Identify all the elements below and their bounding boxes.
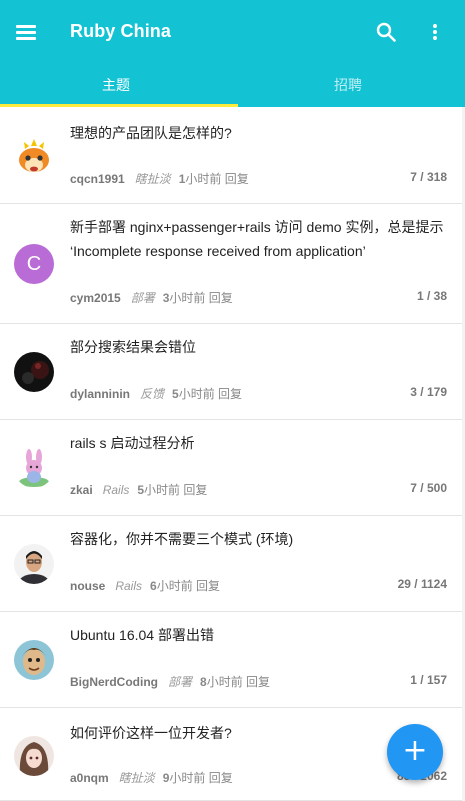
tab-topics[interactable]: 主题 [0,66,232,107]
topic-author[interactable]: nouse [70,579,105,593]
topic-time-number: 6 [150,579,157,593]
topic-title[interactable]: 理想的产品团队是怎样的? [70,121,450,145]
tab-bar: 主题 招聘 [0,66,465,107]
topic-counts: 29 / 1124 [397,577,447,591]
topic-node[interactable]: 瞎扯淡 [135,172,171,186]
topic-row[interactable]: rails s 启动过程分析 zkai Rails 5小时前 回复 7 / 500 [0,420,465,516]
topic-row[interactable]: 理想的产品团队是怎样的? cqcn1991 瞎扯淡 1小时前 回复 7 / 318 [0,107,465,204]
app-title: Ruby China [70,21,172,41]
app-bar: Ruby China 主题 招聘 [0,0,465,107]
topic-time-text: 小时前 回复 [206,675,271,689]
topic-time-number: 5 [172,387,179,401]
topic-title[interactable]: rails s 启动过程分析 [70,431,450,455]
topic-node[interactable]: 反馈 [140,387,164,401]
topic-meta: zkai Rails 5小时前 回复 [70,481,207,498]
new-topic-button[interactable]: + [387,724,443,780]
topic-node[interactable]: Rails [115,579,142,593]
topic-meta: nouse Rails 6小时前 回复 [70,577,220,594]
toolbar: Ruby China [0,0,465,66]
topic-author[interactable]: zkai [70,483,93,497]
topic-meta: cqcn1991 瞎扯淡 1小时前 回复 [70,170,249,187]
topic-time-number: 8 [200,675,207,689]
topic-author[interactable]: cqcn1991 [70,172,125,186]
topic-author[interactable]: dylanninin [70,387,130,401]
topic-meta: dylanninin 反馈 5小时前 回复 [70,385,242,402]
topic-title[interactable]: 部分搜索结果会错位 [70,335,450,359]
topic-node[interactable]: 部署 [131,291,155,305]
topic-time-text: 小时前 回复 [178,387,243,401]
topic-node[interactable]: 部署 [168,675,192,689]
dark-avatar[interactable] [14,352,54,392]
topic-row[interactable]: 部分搜索结果会错位 dylanninin 反馈 5小时前 回复 3 / 179 [0,324,465,420]
topic-node[interactable]: Rails [103,483,130,497]
more-vert-icon[interactable] [423,20,447,44]
topic-row[interactable]: C 新手部署 nginx+passenger+rails 访问 demo 实例，… [0,204,465,324]
topic-counts: 1 / 38 [416,289,447,303]
person-avatar[interactable] [14,544,54,584]
menu-icon[interactable] [14,20,38,44]
topic-time-text: 小时前 回复 [185,172,249,186]
letter-avatar[interactable]: C [14,244,54,284]
topic-row[interactable]: 容器化，你并不需要三个模式 (环境) nouse Rails 6小时前 回复 29 … [0,516,465,612]
topic-time-text: 小时前 回复 [169,291,233,305]
topic-counts: 7 / 318 [410,170,447,184]
topic-meta: cym2015 部署 3小时前 回复 [70,289,233,306]
topic-counts: 3 / 179 [410,385,447,399]
topic-title[interactable]: 容器化，你并不需要三个模式 (环境) [70,527,450,551]
topic-row[interactable]: Ubuntu 16.04 部署出错 BigNerdCoding 部署 8小时前 回复… [0,612,465,708]
topic-meta: BigNerdCoding 部署 8小时前 回复 [70,673,270,690]
topic-title[interactable]: 新手部署 nginx+passenger+rails 访问 demo 实例，总是… [70,215,450,263]
topic-author[interactable]: cym2015 [70,291,121,305]
topic-counts: 7 / 500 [410,481,447,495]
topic-time-text: 小时前 回复 [156,579,221,593]
topic-time-text: 小时前 回复 [144,483,208,497]
anime-avatar[interactable] [14,736,54,776]
topic-counts: 1 / 157 [410,673,447,687]
fox-avatar[interactable] [14,137,54,177]
bunny-avatar[interactable] [14,448,54,488]
topic-time-text: 小时前 回复 [169,771,233,785]
plus-icon: + [402,733,428,768]
topic-author[interactable]: a0nqm [70,771,109,785]
topic-author[interactable]: BigNerdCoding [70,675,158,689]
avatar-letter: C [26,253,42,275]
topic-title[interactable]: Ubuntu 16.04 部署出错 [70,623,450,647]
topic-meta: a0nqm 瞎扯淡 9小时前 回复 [70,769,233,786]
cartoon-avatar[interactable] [14,640,54,680]
topic-node[interactable]: 瞎扯淡 [119,771,155,785]
search-icon[interactable] [374,20,398,44]
tab-jobs[interactable]: 招聘 [232,66,464,107]
